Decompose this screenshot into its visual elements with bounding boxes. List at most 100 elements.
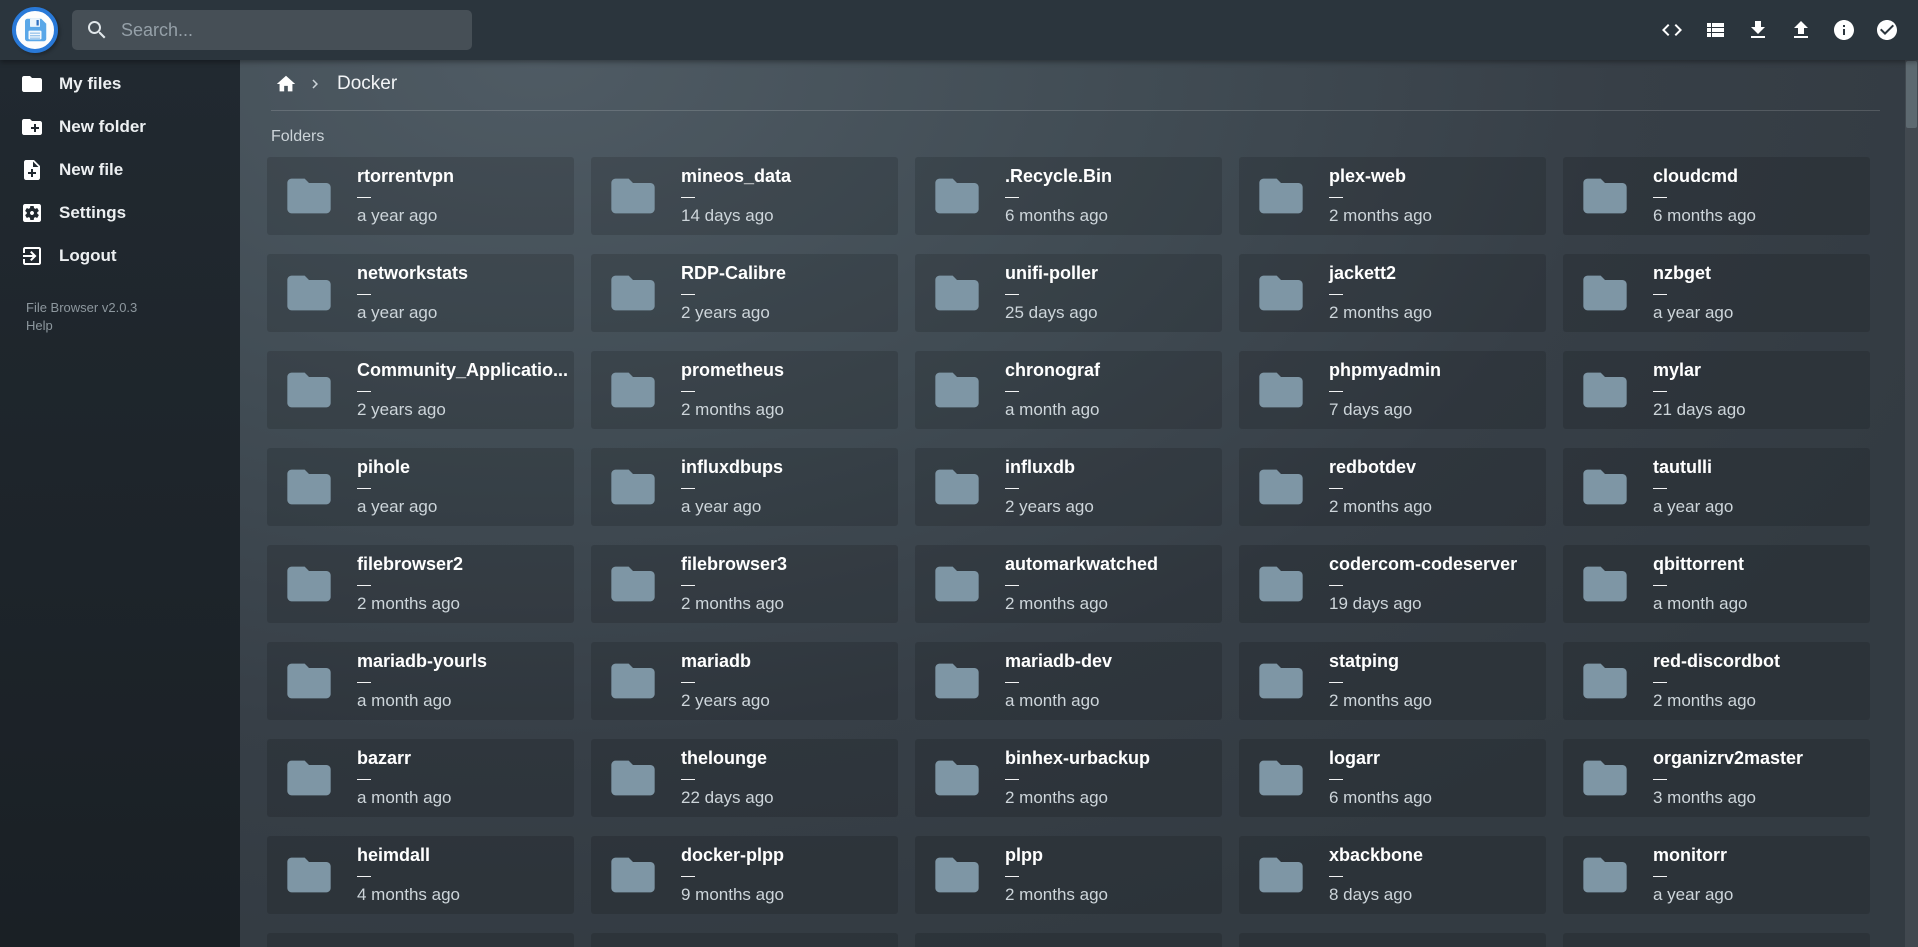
sidebar-item-settings[interactable]: Settings: [0, 191, 240, 234]
folder-card[interactable]: docker-plpp — 9 months ago: [591, 836, 898, 914]
folder-modified: 8 days ago: [1329, 885, 1423, 905]
folder-card[interactable]: RDP-Calibre — 2 years ago: [591, 254, 898, 332]
search-box[interactable]: [72, 10, 472, 50]
select-multiple-icon[interactable]: [1875, 18, 1899, 42]
folder-card[interactable]: heimdall — 4 months ago: [267, 836, 574, 914]
folder-size: —: [681, 869, 784, 881]
list-view-icon[interactable]: [1703, 18, 1727, 42]
folder-card[interactable]: chronograf — a month ago: [915, 351, 1222, 429]
folder-card[interactable]: prometheus — 2 months ago: [591, 351, 898, 429]
folder-card[interactable]: codimd —: [1563, 933, 1870, 947]
folder-card[interactable]: codercom-codeserver — 19 days ago: [1239, 545, 1546, 623]
folder-card[interactable]: logarr — 6 months ago: [1239, 739, 1546, 817]
search-input[interactable]: [121, 20, 441, 41]
folder-name: influxdb: [1005, 457, 1094, 478]
folder-name: filebrowser3: [681, 554, 787, 575]
folder-meta: plpp — 2 months ago: [1005, 845, 1108, 905]
folder-card[interactable]: plex-web — 2 months ago: [1239, 157, 1546, 235]
folder-card[interactable]: qbittorrent — a month ago: [1563, 545, 1870, 623]
folder-card[interactable]: redbotdev — 2 months ago: [1239, 448, 1546, 526]
folder-card[interactable]: Community_Applicatio... — 2 years ago: [267, 351, 574, 429]
folder-card[interactable]: bazarr — a month ago: [267, 739, 574, 817]
sidebar-item-new-folder[interactable]: New folder: [0, 105, 240, 148]
folder-card[interactable]: mylar — 21 days ago: [1563, 351, 1870, 429]
folder-card[interactable]: code-server —: [267, 933, 574, 947]
folder-meta: mariadb-yourls — a month ago: [357, 651, 487, 711]
folder-meta: xbackbone — 8 days ago: [1329, 845, 1423, 905]
folder-card[interactable]: filebrowser3 — 2 months ago: [591, 545, 898, 623]
folder-card[interactable]: thelounge — 22 days ago: [591, 739, 898, 817]
scrollbar-thumb[interactable]: [1906, 61, 1917, 128]
folder-card[interactable]: plpp — 2 months ago: [915, 836, 1222, 914]
folder-card[interactable]: .Recycle.Bin — 6 months ago: [915, 157, 1222, 235]
folder-modified: a year ago: [1653, 885, 1733, 905]
app-logo[interactable]: [12, 7, 58, 53]
upload-icon[interactable]: [1789, 18, 1813, 42]
folder-name: binhex-urbackup: [1005, 748, 1150, 769]
sidebar-item-my-files[interactable]: My files: [0, 62, 240, 105]
code-icon[interactable]: [1660, 18, 1684, 42]
folder-meta: nzbget — a year ago: [1653, 263, 1733, 323]
folder-meta: docker-plpp — 9 months ago: [681, 845, 784, 905]
folder-card[interactable]: nzbget — a year ago: [1563, 254, 1870, 332]
sidebar-item-logout[interactable]: Logout: [0, 234, 240, 277]
folder-card[interactable]: red-discordbot — 2 months ago: [1563, 642, 1870, 720]
folder-size: —: [1005, 869, 1108, 881]
folder-card[interactable]: mineos —: [1239, 933, 1546, 947]
folder-modified: a year ago: [681, 497, 783, 517]
folder-card[interactable]: influxdbups — a year ago: [591, 448, 898, 526]
folder-card[interactable]: binhex-urbackup — 2 months ago: [915, 739, 1222, 817]
folder-icon: [607, 170, 659, 222]
download-icon[interactable]: [1746, 18, 1770, 42]
folder-icon: [607, 267, 659, 319]
folder-name: networkstats: [357, 263, 468, 284]
folder-card[interactable]: mariadb — 2 years ago: [591, 642, 898, 720]
folder-size: —: [1653, 578, 1748, 590]
folder-card[interactable]: rtorrentvpn — a year ago: [267, 157, 574, 235]
folder-card[interactable]: organizr —: [591, 933, 898, 947]
folder-card[interactable]: unifi-poller — 25 days ago: [915, 254, 1222, 332]
folder-size: —: [681, 481, 783, 493]
folder-card[interactable]: statping — 2 months ago: [1239, 642, 1546, 720]
help-link[interactable]: Help: [26, 317, 53, 335]
folder-card[interactable]: mariadb-yourls — a month ago: [267, 642, 574, 720]
folder-size: —: [681, 772, 774, 784]
folder-card[interactable]: mineos_data — 14 days ago: [591, 157, 898, 235]
folder-name: mylar: [1653, 360, 1746, 381]
folder-meta: chronograf — a month ago: [1005, 360, 1100, 420]
folder-card[interactable]: filebrowser2 — 2 months ago: [267, 545, 574, 623]
folder-card[interactable]: networkstats — a year ago: [267, 254, 574, 332]
folder-size: —: [1005, 481, 1094, 493]
folder-size: —: [357, 869, 460, 881]
folder-card[interactable]: tautulli — a year ago: [1563, 448, 1870, 526]
folder-card[interactable]: automarkwatched — 2 months ago: [915, 545, 1222, 623]
folder-size: —: [1005, 190, 1112, 202]
folder-card[interactable]: jackett2 — 2 months ago: [1239, 254, 1546, 332]
folder-card[interactable]: minecraft —: [915, 933, 1222, 947]
folder-card[interactable]: xbackbone — 8 days ago: [1239, 836, 1546, 914]
sidebar-item-label: Logout: [59, 246, 117, 266]
folder-card[interactable]: mariadb-dev — a month ago: [915, 642, 1222, 720]
folder-modified: 2 years ago: [681, 303, 786, 323]
folder-icon: [1255, 849, 1307, 901]
info-icon[interactable]: [1832, 18, 1856, 42]
folder-icon: [283, 461, 335, 513]
folder-card[interactable]: pihole — a year ago: [267, 448, 574, 526]
folder-card[interactable]: organizrv2master — 3 months ago: [1563, 739, 1870, 817]
folder-meta: Community_Applicatio... — 2 years ago: [357, 360, 568, 420]
folder-icon: [1255, 170, 1307, 222]
folder-icon: [1255, 655, 1307, 707]
scrollbar-track[interactable]: [1905, 60, 1918, 947]
folder-modified: 2 months ago: [1329, 206, 1432, 226]
folder-name: mariadb-yourls: [357, 651, 487, 672]
folders-section-label: Folders: [271, 128, 1918, 146]
folder-card[interactable]: cloudcmd — 6 months ago: [1563, 157, 1870, 235]
folder-card[interactable]: phpmyadmin — 7 days ago: [1239, 351, 1546, 429]
folder-card[interactable]: monitorr — a year ago: [1563, 836, 1870, 914]
folder-card[interactable]: influxdb — 2 years ago: [915, 448, 1222, 526]
folder-grid: rtorrentvpn — a year ago mineos_data — 1…: [267, 157, 1887, 947]
folder-size: —: [1329, 869, 1423, 881]
home-icon[interactable]: [275, 73, 297, 95]
sidebar-item-new-file[interactable]: New file: [0, 148, 240, 191]
folder-name: red-discordbot: [1653, 651, 1780, 672]
